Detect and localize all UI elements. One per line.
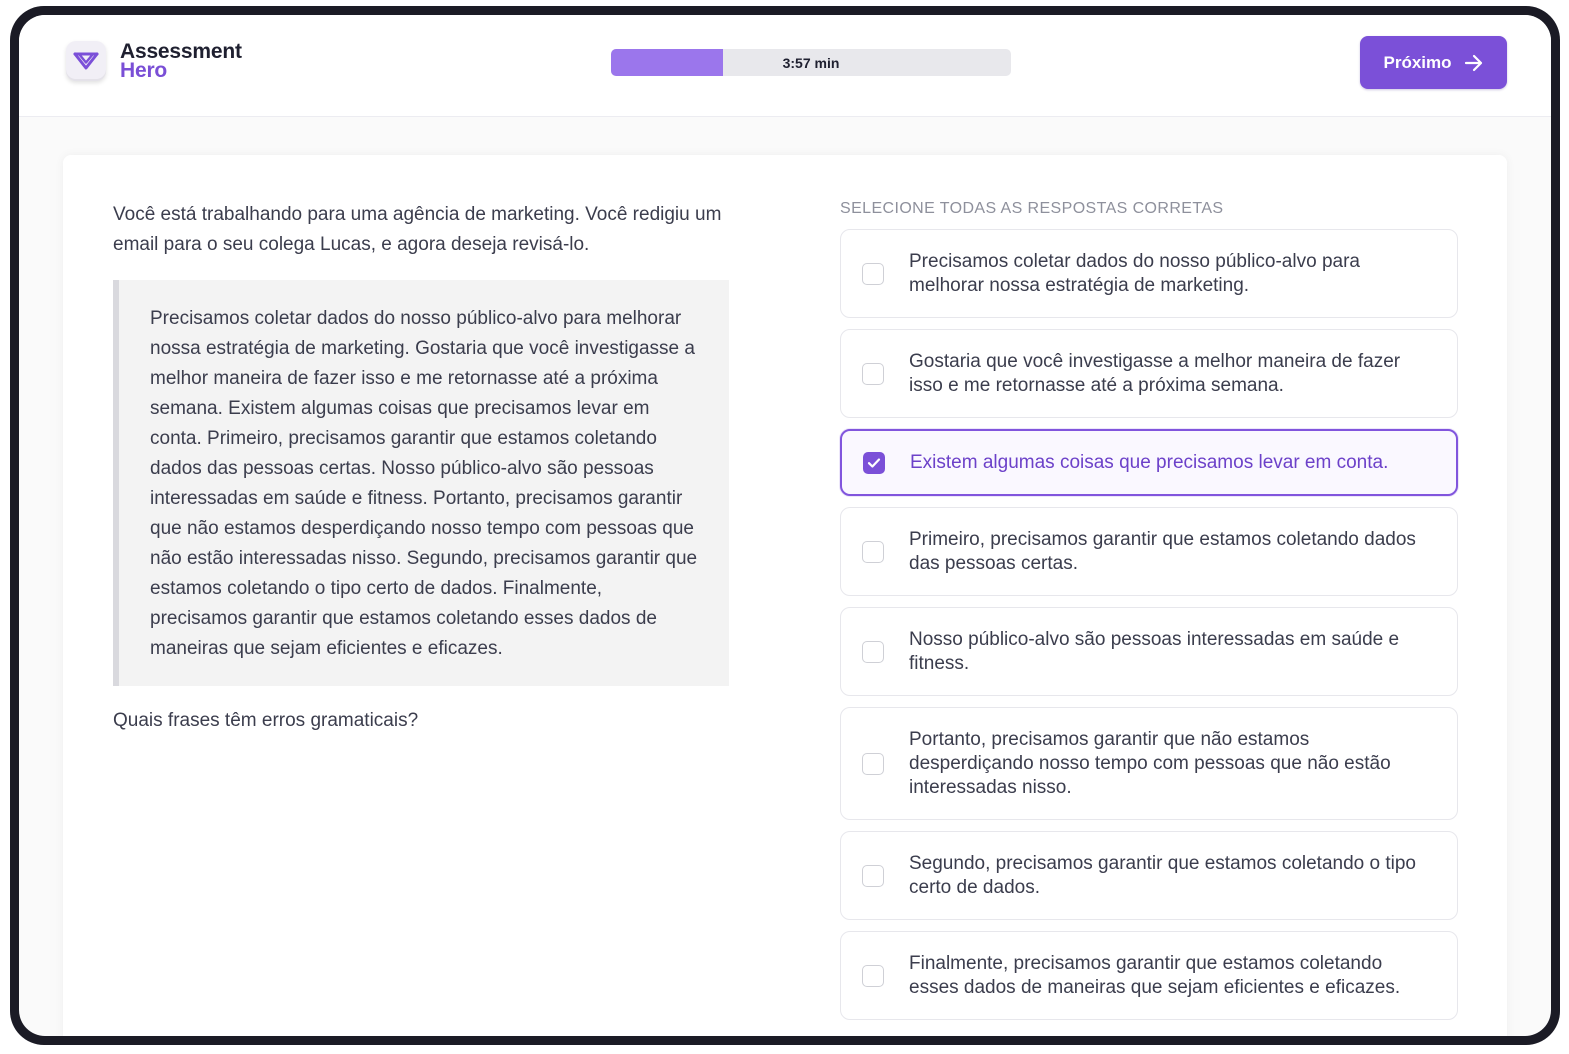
scenario-intro: Você está trabalhando para uma agência d… xyxy=(113,204,722,255)
checkbox[interactable] xyxy=(862,964,884,987)
next-button-label: Próximo xyxy=(1383,52,1452,72)
question-prompt: Quais frases têm erros gramaticais? xyxy=(113,710,419,731)
answer-option[interactable]: Segundo, precisamos garantir que estamos… xyxy=(840,831,1458,920)
answer-option[interactable]: Existem algumas coisas que precisamos le… xyxy=(840,429,1458,496)
answer-option[interactable]: Gostaria que você investigasse a melhor … xyxy=(840,329,1458,418)
timer-progress-bar: 3:57 min xyxy=(611,49,1011,76)
brand-name: Assessment Hero xyxy=(120,41,242,82)
next-button[interactable]: Próximo xyxy=(1360,36,1507,89)
app-screen: Assessment Hero 3:57 min Próximo Você es… xyxy=(19,15,1551,1036)
timer-label: 3:57 min xyxy=(782,54,840,71)
answer-option-text: Segundo, precisamos garantir que estamos… xyxy=(909,853,1416,898)
checkbox[interactable] xyxy=(862,640,884,663)
answer-option[interactable]: Primeiro, precisamos garantir que estamo… xyxy=(840,507,1458,596)
answer-option-text: Finalmente, precisamos garantir que esta… xyxy=(909,953,1401,998)
top-bar: Assessment Hero 3:57 min Próximo xyxy=(19,15,1551,117)
answer-option-text: Portanto, precisamos garantir que não es… xyxy=(909,729,1391,798)
arrow-right-icon xyxy=(1464,54,1482,71)
email-excerpt: Precisamos coletar dados do nosso públic… xyxy=(113,280,729,686)
answer-options-list: Precisamos coletar dados do nosso públic… xyxy=(840,229,1458,1020)
answer-option-text: Gostaria que você investigasse a melhor … xyxy=(909,351,1401,396)
answer-option-text: Nosso público-alvo são pessoas interessa… xyxy=(909,629,1400,674)
checkbox[interactable] xyxy=(862,540,884,563)
checkbox[interactable] xyxy=(862,262,884,285)
answer-option[interactable]: Portanto, precisamos garantir que não es… xyxy=(840,707,1458,820)
answer-instruction: Selecione todas as respostas corretas xyxy=(840,200,1224,217)
checkbox-checked[interactable] xyxy=(863,451,885,474)
question-card: Você está trabalhando para uma agência d… xyxy=(63,155,1507,1036)
checkbox[interactable] xyxy=(862,752,884,775)
checkbox[interactable] xyxy=(862,864,884,887)
answer-option-text: Precisamos coletar dados do nosso públic… xyxy=(909,251,1360,296)
answer-option[interactable]: Nosso público-alvo são pessoas interessa… xyxy=(840,607,1458,696)
answer-option[interactable]: Finalmente, precisamos garantir que esta… xyxy=(840,931,1458,1020)
answer-option[interactable]: Precisamos coletar dados do nosso públic… xyxy=(840,229,1458,318)
brand-logo[interactable]: Assessment Hero xyxy=(66,41,242,81)
heart-check-icon xyxy=(66,41,106,81)
answer-option-text: Primeiro, precisamos garantir que estamo… xyxy=(909,529,1416,574)
checkbox[interactable] xyxy=(862,362,884,385)
passage-panel: Você está trabalhando para uma agência d… xyxy=(113,200,729,736)
answer-option-text: Existem algumas coisas que precisamos le… xyxy=(910,452,1389,473)
brand-name-line2: Hero xyxy=(120,59,168,82)
answers-panel: Selecione todas as respostas corretas Pr… xyxy=(840,195,1458,1031)
check-icon xyxy=(867,457,881,468)
device-frame: Assessment Hero 3:57 min Próximo Você es… xyxy=(10,6,1560,1045)
